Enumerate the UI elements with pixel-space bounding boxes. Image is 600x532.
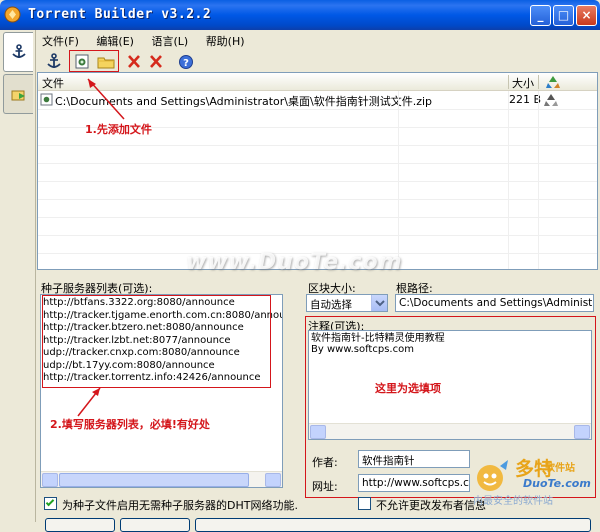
menu-language[interactable]: 语言(L): [151, 33, 188, 49]
title-bar[interactable]: Torrent Builder v3.2.2 _ □ ×: [0, 0, 600, 30]
piece-size-value: 自动选择: [310, 299, 352, 311]
highlight-box: [42, 295, 271, 388]
root-path-input[interactable]: C:\Documents and Settings\Administrator\: [395, 294, 594, 312]
menu-bar: 文件(F) 编辑(E) 语言(L) 帮助(H): [42, 33, 259, 51]
site-logo-url: DuoTe.com: [523, 477, 591, 490]
anchor-icon: [12, 44, 26, 58]
site-logo-suffix: 软件站: [545, 463, 575, 474]
annotation-step1: 1.先添加文件: [85, 123, 152, 136]
annotation-arrow: [87, 78, 125, 120]
recycle-icon[interactable]: [543, 92, 559, 108]
column-size[interactable]: 大小: [512, 75, 534, 91]
dht-label: 为种子文件启用无需种子服务器的DHT网络功能.: [62, 499, 298, 512]
piece-size-select[interactable]: 自动选择: [306, 294, 388, 312]
lock-publisher-label: 不允许更改发布者信息: [376, 499, 486, 512]
recycle-icon: [546, 76, 560, 88]
toolbar: ?: [38, 50, 598, 72]
tracker-hscrollbar[interactable]: [41, 471, 282, 487]
scroll-right-button[interactable]: [265, 473, 281, 487]
file-icon: [40, 93, 53, 106]
scroll-left-button[interactable]: [42, 473, 58, 487]
minimize-button[interactable]: _: [530, 5, 551, 26]
dropdown-button[interactable]: [371, 295, 387, 311]
bottom-button[interactable]: [45, 518, 115, 532]
watermark: www.DuoTe.com: [186, 250, 403, 275]
scroll-thumb[interactable]: [59, 473, 249, 487]
menu-help[interactable]: 帮助(H): [206, 33, 245, 49]
create-torrent-icon[interactable]: [44, 52, 64, 71]
site-logo-icon: [477, 460, 508, 491]
svg-text:?: ?: [183, 58, 189, 69]
file-list[interactable]: 文件 大小 C:\Documents and Settings\Administ…: [37, 72, 598, 270]
annotation-step2: 2.填写服务器列表，必填!有好处: [50, 418, 210, 431]
sidebar-tab-seed[interactable]: [3, 74, 33, 114]
bottom-button[interactable]: [120, 518, 190, 532]
menu-edit[interactable]: 编辑(E): [96, 33, 134, 49]
remove-icon[interactable]: [124, 52, 144, 71]
menu-file[interactable]: 文件(F): [42, 33, 79, 49]
dht-checkbox[interactable]: [44, 497, 57, 510]
site-logo-slogan: 内最安全的软件站: [473, 496, 553, 507]
help-icon[interactable]: ?: [176, 52, 196, 71]
app-icon: [4, 6, 21, 23]
column-divider: [508, 75, 509, 89]
column-divider: [538, 75, 539, 89]
clear-all-icon[interactable]: [146, 52, 166, 71]
highlight-box: [69, 50, 119, 72]
bottom-button[interactable]: [195, 518, 591, 532]
column-name[interactable]: 文件: [42, 75, 64, 91]
folder-arrow-icon: [11, 90, 25, 101]
check-mark: [45, 497, 55, 507]
file-size: 221 B: [509, 93, 542, 106]
chevron-down-icon: [375, 300, 385, 307]
close-button[interactable]: ×: [576, 5, 597, 26]
root-path-value: C:\Documents and Settings\Administrator\: [399, 297, 593, 309]
sidebar-tab-builder[interactable]: [3, 32, 33, 72]
maximize-button[interactable]: □: [553, 5, 574, 26]
window-title: Torrent Builder v3.2.2: [28, 7, 212, 22]
sidebar: [0, 30, 36, 522]
lock-publisher-checkbox[interactable]: [358, 497, 371, 510]
